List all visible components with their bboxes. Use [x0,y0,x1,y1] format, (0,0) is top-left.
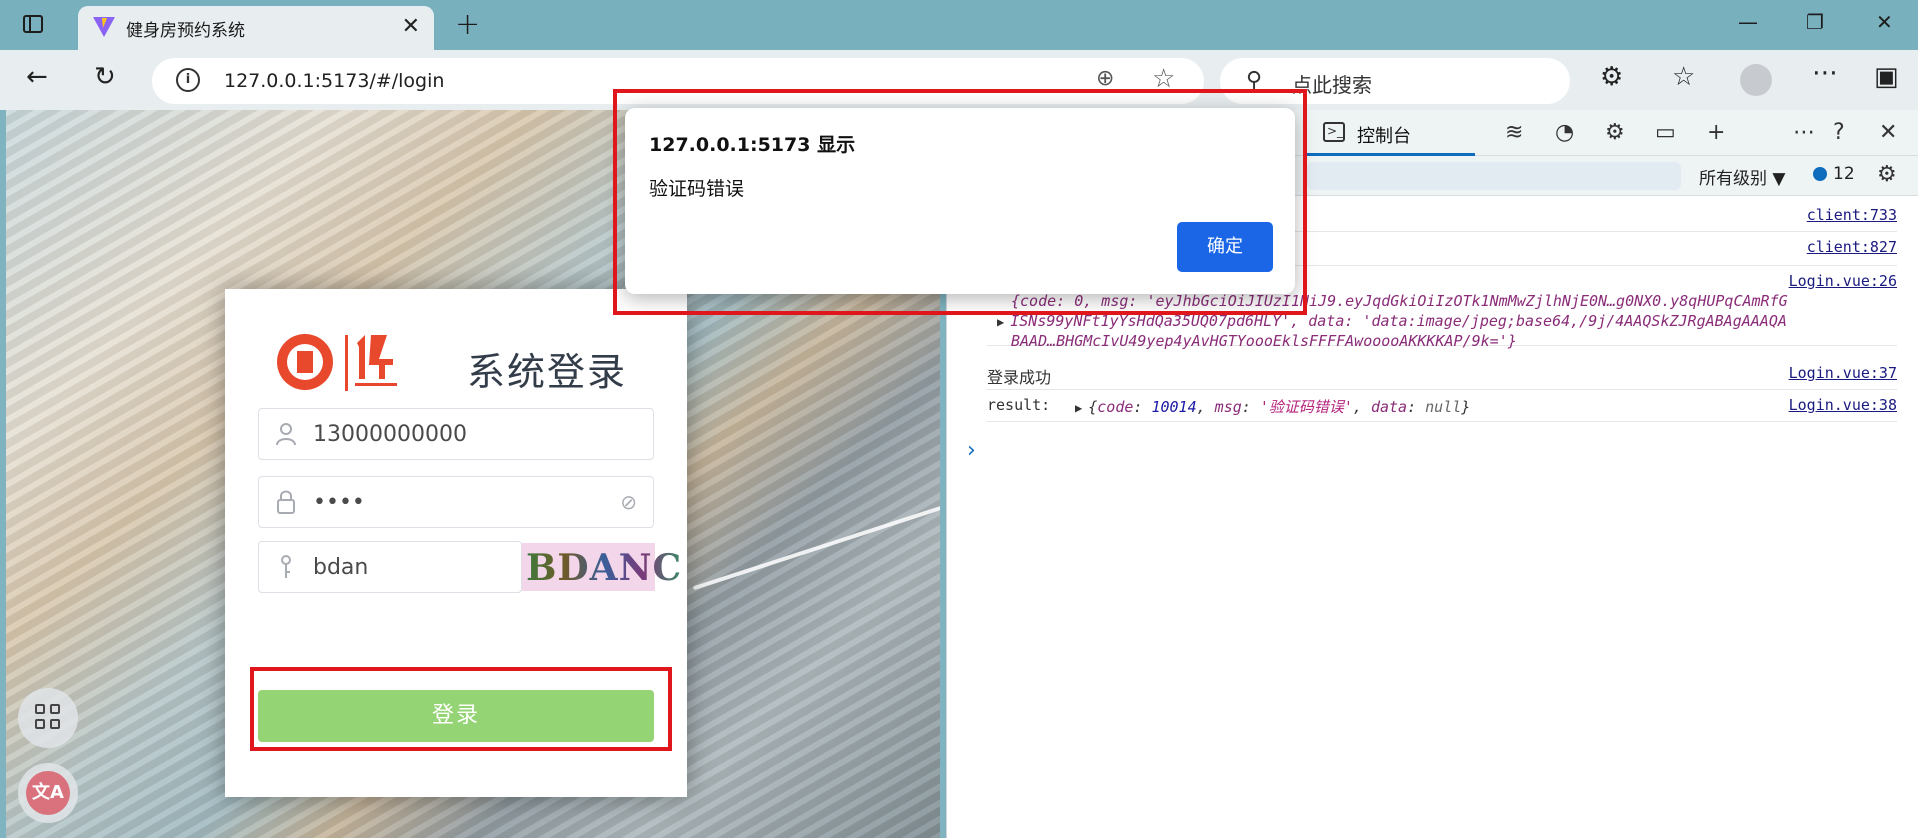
captcha-image[interactable]: BDANC [522,543,681,591]
devtools-close-icon[interactable]: ✕ [1879,120,1897,145]
zoom-icon[interactable]: ⊕ [1096,66,1114,91]
vite-favicon-icon [93,17,115,37]
apps-float-button[interactable] [18,688,78,748]
tab-bar: 健身房预约系统 ✕ + — ❐ ✕ [0,0,1918,50]
console-filter-input[interactable] [1307,162,1681,190]
tab-console[interactable]: >_ 控制台 [1307,110,1475,156]
log-row: 登录成功 Login.vue:37 [987,358,1897,390]
minimize-icon[interactable]: — [1738,10,1758,34]
background-contrail [692,493,940,591]
expand-caret-icon[interactable]: ▶ [997,315,1004,329]
log-source-link[interactable]: Login.vue:37 [1789,364,1897,382]
log-object[interactable]: ▶ {code: 10014, msg: '验证码错误', data: null} [1075,396,1470,417]
devtools-more-icon[interactable]: ⋯ [1793,120,1815,145]
captcha-field[interactable]: bdan [258,541,522,593]
network-wifi-icon[interactable]: ≋ [1505,120,1523,145]
console-tab-label: 控制台 [1357,126,1411,147]
sidebar-toggle-icon[interactable]: ▣ [1874,62,1899,92]
translate-float-button[interactable]: 文A [18,763,78,823]
user-icon [276,423,296,446]
log-object-line: BAAD…BHGMcIvU49yep4yAvHGTYoooEklsFFFFAwo… [1011,332,1517,350]
log-source-link[interactable]: Login.vue:26 [1789,272,1897,290]
back-icon[interactable]: ← [26,62,48,92]
extensions-icon[interactable]: ⚙ [1600,62,1623,92]
captcha-image-text: BDANC [526,547,683,589]
log-source-link[interactable]: Login.vue:38 [1789,396,1897,414]
captcha-input-value: bdan [313,555,369,580]
browser-tab[interactable]: 健身房预约系统 ✕ [78,6,434,50]
log-message: 登录成功 [987,370,1052,387]
eye-hidden-icon[interactable]: ⊘ [620,490,637,514]
reload-icon[interactable]: ↻ [94,62,116,92]
console-icon: >_ [1323,122,1345,142]
help-icon[interactable]: ? [1833,120,1845,145]
log-label: result: [987,396,1051,414]
username-value: 13000000000 [313,422,467,447]
address-url[interactable]: 127.0.0.1:5173/#/login [224,70,444,92]
login-title: 系统登录 [467,350,628,394]
new-tab-icon[interactable]: + [455,7,480,42]
login-button-highlight [250,667,672,751]
restore-icon[interactable]: ❐ [1806,10,1824,34]
memory-chip-icon[interactable]: ⚙ [1605,120,1625,145]
application-icon[interactable]: ▭ [1655,120,1676,145]
issues-count: 12 [1833,164,1855,184]
log-row: result: ▶ {code: 10014, msg: '验证码错误', dat… [987,390,1897,422]
more-menu-icon[interactable]: ⋯ [1812,58,1838,88]
levels-label: 所有级别 [1699,169,1767,189]
more-tools-plus-icon[interactable]: + [1707,120,1725,145]
logo-image [277,334,397,391]
translate-icon: 文A [26,771,70,815]
chevron-down-icon: ▼ [1772,169,1786,189]
levels-dropdown[interactable]: 所有级别 ▼ [1699,164,1785,189]
expand-caret-icon[interactable]: ▶ [1075,401,1082,415]
password-value: •••• [313,490,365,515]
console-settings-icon[interactable]: ⚙ [1877,162,1897,187]
apps-grid-icon [35,704,63,732]
issues-badge[interactable]: 12 [1813,164,1855,184]
alert-highlight [613,89,1307,315]
lock-icon [277,490,295,514]
console-prompt-icon[interactable]: › [967,438,976,463]
profile-avatar[interactable] [1740,64,1772,96]
username-field[interactable]: 13000000000 [258,408,654,460]
log-source-link[interactable]: client:827 [1807,238,1897,256]
password-field[interactable]: •••• ⊘ [258,476,654,528]
tab-actions-icon[interactable] [20,12,48,38]
close-window-icon[interactable]: ✕ [1876,10,1893,34]
favorites-icon[interactable]: ☆ [1672,62,1695,92]
tab-close-icon[interactable]: ✕ [402,14,420,39]
tab-title: 健身房预约系统 [126,21,245,41]
key-icon [281,555,291,578]
site-info-icon[interactable]: i [176,68,200,92]
log-source-link[interactable]: client:733 [1807,206,1897,224]
issues-icon [1813,167,1827,181]
performance-icon[interactable]: ◔ [1555,120,1574,145]
